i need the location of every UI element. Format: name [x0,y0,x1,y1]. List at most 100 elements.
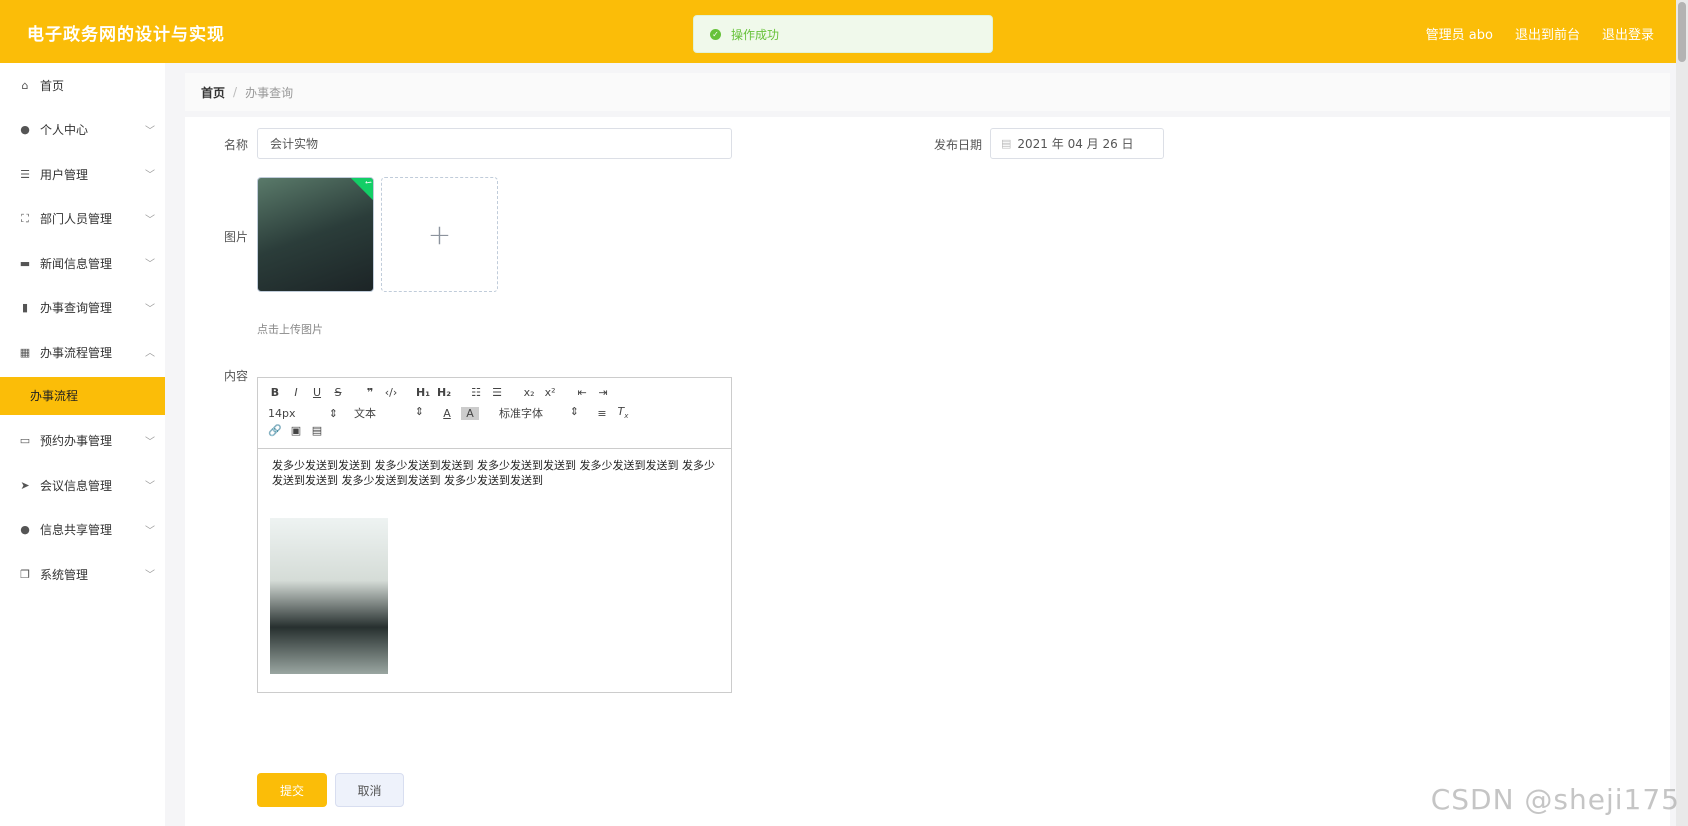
sidebar-item-department-staff[interactable]: ⛶ 部门人员管理 ﹀ [0,197,165,242]
video-icon[interactable]: ▤ [310,424,324,437]
breadcrumb: 首页 / 办事查询 [185,73,1670,111]
chat-icon: ▬ [19,256,31,270]
bold-button[interactable]: B [268,386,282,399]
background-color-button[interactable]: A [461,406,479,420]
fullscreen-icon: ⛶ [21,211,29,225]
chevron-down-icon: ﹀ [145,436,155,448]
upload-image-button[interactable]: + [381,177,498,292]
select-arrow-icon: ⇕ [414,405,424,418]
outdent-button[interactable]: ⇤ [575,386,589,399]
sidebar-item-news[interactable]: ▬ 新闻信息管理 ﹀ [0,241,165,286]
logout-link[interactable]: 退出登录 [1602,24,1654,43]
chevron-down-icon: ﹀ [145,303,155,315]
breadcrumb-separator: / [233,85,238,99]
admin-user-label: 管理员 abo [1425,28,1493,43]
submit-button[interactable]: 提交 [257,773,327,807]
sidebar-item-label: 办事查询管理 [40,301,113,316]
date-value: 2021 年 04 月 26 日 [1017,137,1134,151]
underline-button[interactable]: U [310,386,324,399]
font-family-value: 标准字体 [499,407,543,420]
sidebar-item-process[interactable]: ▦ 办事流程管理 ︿ [0,330,165,375]
sidebar-item-label: 新闻信息管理 [40,256,113,271]
plus-icon: + [427,218,452,251]
text-type-value: 文本 [354,407,376,420]
grid-icon: ▦ [19,345,31,359]
indent-button[interactable]: ⇥ [596,386,610,399]
clear-format-button[interactable]: Tx [616,405,630,420]
sidebar-item-label: 系统管理 [40,567,89,582]
sidebar-item-label: 办事流程管理 [40,345,113,360]
image-icon[interactable]: ▣ [289,424,303,437]
select-arrow-icon: ⇕ [328,406,338,420]
upload-hint: 点击上传图片 [257,323,323,336]
monitor-icon: ▭ [19,434,31,448]
bar-chart-icon: ▮ [21,301,29,315]
user-icon: ● [20,523,30,537]
bullet-list-button[interactable]: ☰ [490,386,504,399]
text-type-select[interactable]: 文本 ⇕ [354,405,424,421]
code-block-button[interactable]: ‹/› [384,386,398,399]
header-actions: 管理员 abo 退出到前台 退出登录 [1426,24,1654,43]
date-label: 发布日期 [934,138,983,152]
select-arrow-icon: ⇕ [569,405,579,418]
sidebar-item-meeting[interactable]: ➤ 会议信息管理 ﹀ [0,463,165,508]
chevron-down-icon: ﹀ [145,214,155,226]
sidebar-item-system[interactable]: ❐ 系统管理 ﹀ [0,552,165,597]
watermark: CSDN @sheji175 [1430,783,1680,816]
chevron-down-icon: ﹀ [145,259,155,270]
content-label: 内容 [224,369,249,383]
calendar-icon: ▤ [1001,137,1012,150]
sidebar-item-appointment[interactable]: ▭ 预约办事管理 ﹀ [0,419,165,464]
editor-content-text[interactable]: 发多少发送到发送到 发多少发送到发送到 发多少发送到发送到 发多少发送到发送到 … [272,458,722,488]
rich-text-editor: B I U S ❞ ‹/› H₁ H₂ ☷ ☰ x₂ x² ⇤ ⇥ 14px ⇕ … [257,377,732,693]
success-toast: ✓ 操作成功 [693,15,993,53]
font-size-value: 14px [268,406,296,420]
copy-icon: ❐ [20,567,30,581]
uploaded-image-thumbnail[interactable]: ✓ [257,177,374,292]
ordered-list-button[interactable]: ☷ [469,386,483,399]
sidebar-item-label: 预约办事管理 [40,434,113,449]
strike-button[interactable]: S [331,386,345,399]
sidebar-item-label: 部门人员管理 [40,212,113,227]
chevron-down-icon: ﹀ [145,481,155,492]
breadcrumb-home[interactable]: 首页 [201,84,225,101]
page-scrollbar[interactable] [1676,0,1688,826]
sidebar-item-personal-center[interactable]: ● 个人中心 ﹀ [0,108,165,153]
italic-button[interactable]: I [289,386,303,399]
scrollbar-thumb[interactable] [1678,2,1686,62]
heading2-button[interactable]: H₂ [437,386,451,399]
name-input[interactable]: 会计实物 [257,128,732,159]
sidebar-item-user-management[interactable]: ☰ 用户管理 ﹀ [0,152,165,197]
link-icon[interactable]: 🔗 [268,424,282,437]
sidebar-subitem-process[interactable]: 办事流程 [0,376,165,415]
sidebar-item-label: 信息共享管理 [40,523,113,538]
date-picker[interactable]: ▤ 2021 年 04 月 26 日 [990,128,1164,159]
breadcrumb-current: 办事查询 [245,85,294,100]
font-color-button[interactable]: A [440,407,454,420]
home-icon: ⌂ [21,78,29,92]
sidebar-item-query[interactable]: ▮ 办事查询管理 ﹀ [0,286,165,331]
chevron-down-icon: ﹀ [145,570,155,581]
sidebar-item-share[interactable]: ● 信息共享管理 ﹀ [0,508,165,553]
sidebar-item-home[interactable]: ⌂ 首页 [0,63,165,108]
subscript-button[interactable]: x₂ [522,386,536,399]
chevron-down-icon: ﹀ [145,525,155,537]
sidebar: ⌂ 首页 ● 个人中心 ﹀ ☰ 用户管理 ﹀ ⛶ 部门人员管理 ﹀ ▬ 新闻信息… [0,63,165,826]
check-circle-icon: ✓ [710,28,721,40]
image-label: 图片 [224,230,249,244]
name-label: 名称 [224,138,249,152]
user-icon: ● [20,123,30,137]
send-icon: ➤ [20,478,30,492]
blockquote-button[interactable]: ❞ [363,386,377,399]
cancel-button[interactable]: 取消 [335,773,404,807]
superscript-button[interactable]: x² [543,386,557,399]
align-button[interactable]: ≡ [595,407,609,420]
chevron-up-icon: ︿ [145,348,155,359]
sidebar-item-label: 用户管理 [40,167,89,182]
font-family-select[interactable]: 标准字体 ⇕ [499,405,579,421]
app-title: 电子政务网的设计与实现 [27,25,225,45]
heading1-button[interactable]: H₁ [416,386,430,399]
font-size-select[interactable]: 14px ⇕ [268,407,338,420]
editor-toolbar: B I U S ❞ ‹/› H₁ H₂ ☷ ☰ x₂ x² ⇤ ⇥ 14px ⇕ … [258,378,731,449]
back-to-front-link[interactable]: 退出到前台 [1515,24,1580,43]
